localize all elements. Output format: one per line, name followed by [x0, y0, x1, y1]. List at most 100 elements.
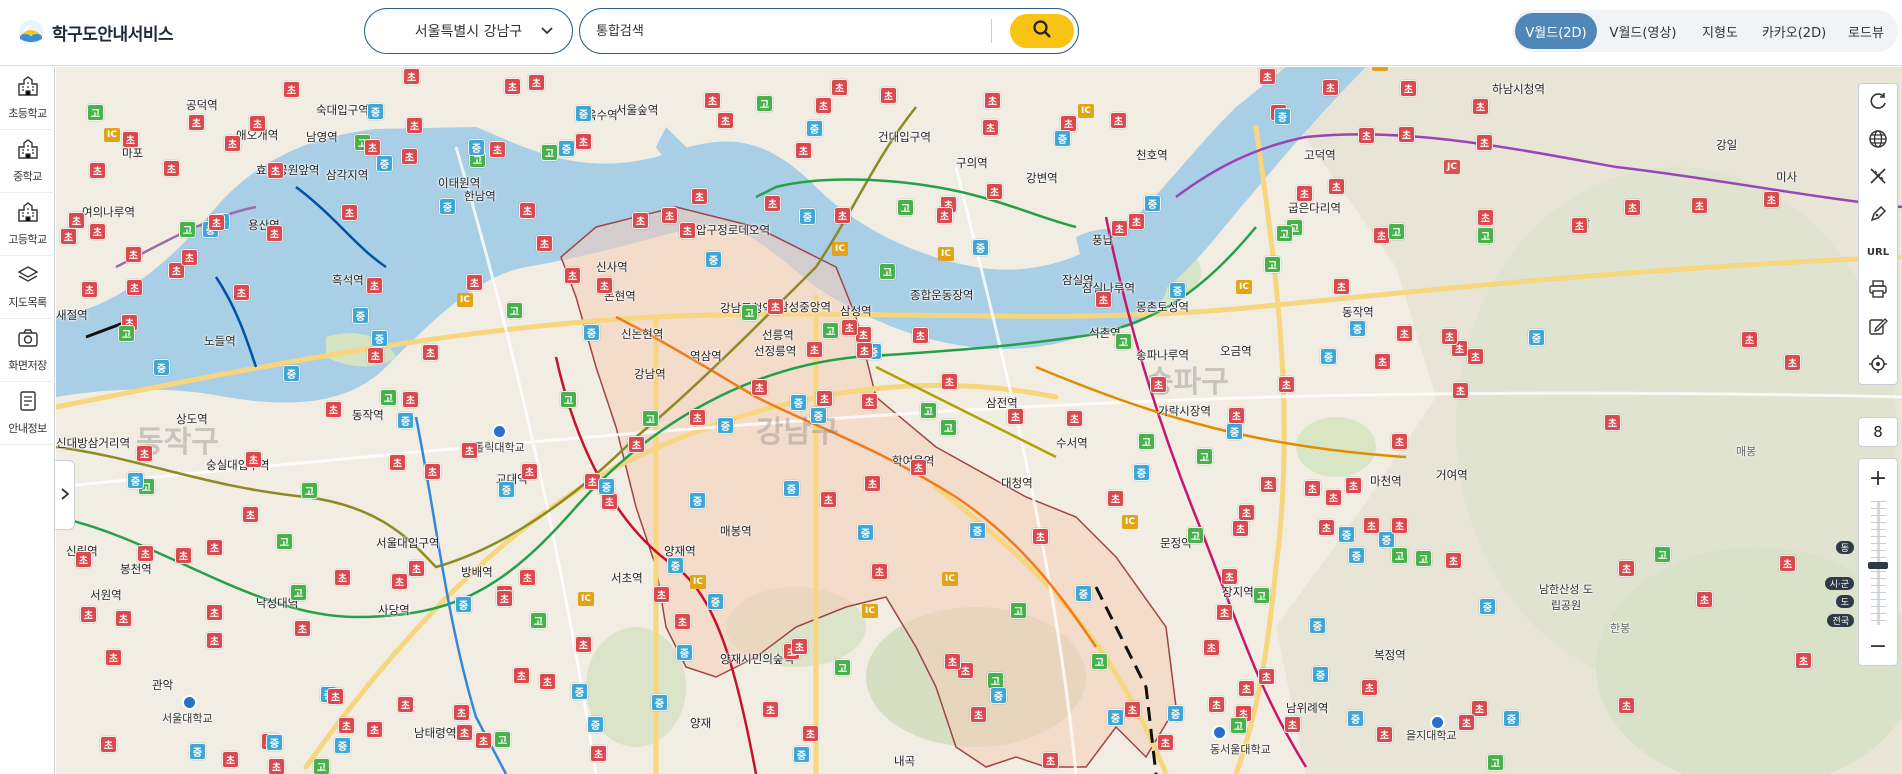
elementary-school-marker[interactable]: 초 [475, 732, 492, 749]
zoom-in-button[interactable]: + [1859, 461, 1897, 495]
high-school-marker[interactable]: 고 [1115, 333, 1132, 350]
elementary-school-marker[interactable]: 초 [1618, 560, 1635, 577]
high-school-marker[interactable]: 고 [1388, 223, 1405, 240]
sidebar-item-elementary[interactable]: 초등학교 [0, 67, 55, 130]
middle-school-marker[interactable]: 중 [1528, 329, 1545, 346]
elementary-school-marker[interactable]: 초 [60, 228, 77, 245]
elementary-school-marker[interactable]: 초 [521, 463, 538, 480]
elementary-school-marker[interactable]: 초 [1363, 517, 1380, 534]
middle-school-marker[interactable]: 중 [689, 492, 706, 509]
high-school-marker[interactable]: 고 [541, 144, 558, 161]
elementary-school-marker[interactable]: 초 [864, 475, 881, 492]
elementary-school-marker[interactable]: 초 [704, 92, 721, 109]
high-school-marker[interactable]: 고 [560, 391, 577, 408]
elementary-school-marker[interactable]: 초 [1376, 726, 1393, 743]
elementary-school-marker[interactable]: 초 [653, 586, 670, 603]
middle-school-marker[interactable]: 중 [705, 251, 722, 268]
elementary-school-marker[interactable]: 초 [795, 142, 812, 159]
globe-button[interactable] [1859, 122, 1897, 160]
elementary-school-marker[interactable]: 초 [820, 491, 837, 508]
middle-school-marker[interactable]: 중 [1349, 320, 1366, 337]
elementary-school-marker[interactable]: 초 [466, 274, 483, 291]
middle-school-marker[interactable]: 중 [153, 359, 170, 376]
elementary-school-marker[interactable]: 초 [188, 114, 205, 131]
elementary-school-marker[interactable]: 초 [1784, 354, 1801, 371]
zoom-label-sigun[interactable]: 시·군 [1824, 577, 1854, 590]
high-school-marker[interactable]: 고 [1276, 225, 1293, 242]
elementary-school-marker[interactable]: 초 [910, 459, 927, 476]
middle-school-marker[interactable]: 중 [1167, 705, 1184, 722]
elementary-school-marker[interactable]: 초 [489, 141, 506, 158]
tab-vworld-2d[interactable]: V월드(2D) [1515, 13, 1597, 49]
elementary-school-marker[interactable]: 초 [519, 569, 536, 586]
elementary-school-marker[interactable]: 초 [1467, 348, 1484, 365]
elementary-school-marker[interactable]: 초 [717, 112, 734, 129]
elementary-school-marker[interactable]: 초 [1107, 490, 1124, 507]
elementary-school-marker[interactable]: 초 [1374, 353, 1391, 370]
middle-school-marker[interactable]: 중 [468, 139, 485, 156]
high-school-marker[interactable]: 고 [1138, 433, 1155, 450]
elementary-school-marker[interactable]: 초 [791, 638, 808, 655]
elementary-school-marker[interactable]: 초 [806, 341, 823, 358]
elementary-school-marker[interactable]: 초 [1571, 217, 1588, 234]
high-school-marker[interactable]: 고 [741, 304, 758, 321]
high-school-marker[interactable]: 고 [822, 322, 839, 339]
middle-school-marker[interactable]: 중 [127, 472, 144, 489]
elementary-school-marker[interactable]: 초 [1260, 476, 1277, 493]
elementary-school-marker[interactable]: 초 [590, 745, 607, 762]
measure-button[interactable] [1859, 159, 1897, 197]
elementary-school-marker[interactable]: 초 [266, 225, 283, 242]
elementary-school-marker[interactable]: 초 [944, 653, 961, 670]
elementary-school-marker[interactable]: 초 [816, 390, 833, 407]
elementary-school-marker[interactable]: 초 [880, 87, 897, 104]
elementary-school-marker[interactable]: 초 [815, 97, 832, 114]
elementary-school-marker[interactable]: 초 [125, 246, 142, 263]
elementary-school-marker[interactable]: 초 [75, 551, 92, 568]
middle-school-marker[interactable]: 중 [1312, 666, 1329, 683]
elementary-school-marker[interactable]: 초 [575, 636, 592, 653]
elementary-school-marker[interactable]: 초 [984, 92, 1001, 109]
elementary-school-marker[interactable]: 초 [401, 148, 418, 165]
high-school-marker[interactable]: 고 [276, 533, 293, 550]
elementary-school-marker[interactable]: 초 [1452, 382, 1469, 399]
elementary-school-marker[interactable]: 초 [137, 545, 154, 562]
elementary-school-marker[interactable]: 초 [764, 195, 781, 212]
elementary-school-marker[interactable]: 초 [1128, 213, 1145, 230]
elementary-school-marker[interactable]: 초 [461, 442, 478, 459]
middle-school-marker[interactable]: 중 [1133, 464, 1150, 481]
elementary-school-marker[interactable]: 초 [1007, 408, 1024, 425]
elementary-school-marker[interactable]: 초 [222, 751, 239, 768]
elementary-school-marker[interactable]: 초 [575, 133, 592, 150]
elementary-school-marker[interactable]: 초 [1604, 414, 1621, 431]
elementary-school-marker[interactable]: 초 [689, 409, 706, 426]
zoom-label-do[interactable]: 도 [1835, 595, 1854, 608]
elementary-school-marker[interactable]: 초 [366, 277, 383, 294]
print-button[interactable] [1859, 272, 1897, 310]
middle-school-marker[interactable]: 중 [651, 694, 668, 711]
elementary-school-marker[interactable]: 초 [1221, 568, 1238, 585]
elementary-school-marker[interactable]: 초 [1322, 79, 1339, 96]
middle-school-marker[interactable]: 중 [990, 687, 1007, 704]
middle-school-marker[interactable]: 중 [498, 481, 515, 498]
elementary-school-marker[interactable]: 초 [1296, 185, 1313, 202]
high-school-marker[interactable]: 고 [313, 758, 330, 774]
high-school-marker[interactable]: 고 [897, 199, 914, 216]
high-school-marker[interactable]: 고 [1487, 754, 1504, 771]
elementary-school-marker[interactable]: 초 [249, 115, 266, 132]
search-input[interactable] [596, 19, 992, 43]
middle-school-marker[interactable]: 중 [1347, 710, 1364, 727]
middle-school-marker[interactable]: 중 [334, 737, 351, 754]
middle-school-marker[interactable]: 중 [1309, 617, 1326, 634]
app-logo[interactable]: 학구도안내서비스 [18, 19, 174, 45]
middle-school-marker[interactable]: 중 [1503, 710, 1520, 727]
elementary-school-marker[interactable]: 초 [1066, 410, 1083, 427]
high-school-marker[interactable]: 고 [301, 482, 318, 499]
elementary-school-marker[interactable]: 초 [1150, 376, 1167, 393]
high-school-marker[interactable]: 고 [530, 612, 547, 629]
high-school-marker[interactable]: 고 [834, 659, 851, 676]
elementary-school-marker[interactable]: 초 [1157, 734, 1174, 751]
middle-school-marker[interactable]: 중 [969, 522, 986, 539]
elementary-school-marker[interactable]: 초 [1328, 178, 1345, 195]
middle-school-marker[interactable]: 중 [1226, 423, 1243, 440]
draw-button[interactable] [1859, 197, 1897, 235]
